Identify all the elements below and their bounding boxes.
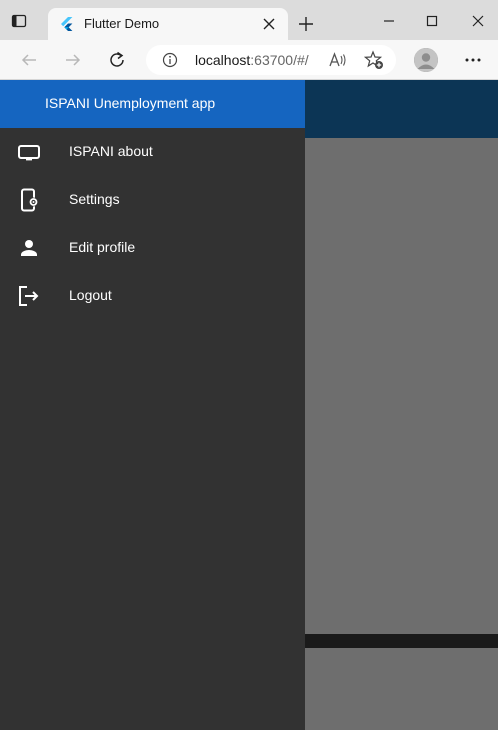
- logout-icon: [17, 284, 41, 308]
- address-bar[interactable]: localhost:63700/#/: [146, 45, 396, 75]
- tab-close-icon[interactable]: [260, 15, 278, 33]
- drawer-header-title: ISPANI Unemployment app: [45, 95, 216, 111]
- navigation-drawer: ISPANI Unemployment app ISPANI about Set…: [0, 80, 305, 730]
- phone-settings-icon: [17, 188, 41, 212]
- drawer-item-logout[interactable]: Logout: [0, 272, 305, 320]
- profile-avatar-icon[interactable]: [414, 48, 438, 72]
- drawer-item-label: Edit profile: [69, 239, 136, 255]
- new-tab-button[interactable]: [296, 14, 316, 34]
- monitor-icon: [17, 140, 41, 164]
- drawer-item-label: Logout: [69, 287, 112, 303]
- read-aloud-icon[interactable]: [329, 51, 347, 69]
- browser-navbar: localhost:63700/#/: [0, 40, 498, 80]
- drawer-item-settings[interactable]: Settings: [0, 176, 305, 224]
- star-add-icon[interactable]: [363, 50, 384, 70]
- url-text[interactable]: localhost:63700/#/: [195, 52, 309, 68]
- drawer-item-label: ISPANI about: [69, 143, 153, 159]
- arrow-right-icon: [66, 54, 81, 66]
- url-path: :63700/#/: [250, 52, 309, 68]
- window-close-icon[interactable]: [467, 10, 489, 32]
- drawer-item-label: Settings: [69, 191, 120, 207]
- tab-actions-icon[interactable]: [10, 12, 28, 30]
- flutter-logo-icon: [60, 17, 74, 31]
- drawer-item-edit-profile[interactable]: Edit profile: [0, 224, 305, 272]
- more-horizontal-icon[interactable]: [462, 49, 484, 71]
- tab-title: Flutter Demo: [84, 16, 160, 31]
- maximize-icon[interactable]: [421, 10, 443, 32]
- refresh-icon: [110, 51, 124, 67]
- person-icon: [17, 236, 41, 260]
- info-icon[interactable]: [162, 52, 178, 68]
- browser-titlebar: Flutter Demo: [0, 0, 498, 40]
- minimize-icon[interactable]: [378, 10, 400, 32]
- drawer-item-about[interactable]: ISPANI about: [0, 128, 305, 176]
- drawer-header: ISPANI Unemployment app: [0, 80, 305, 128]
- back-button[interactable]: [18, 49, 40, 71]
- browser-tab[interactable]: Flutter Demo: [48, 8, 288, 40]
- arrow-left-icon: [21, 54, 36, 66]
- app-viewport: ISPANI Unemployment app ISPANI about Set…: [0, 80, 498, 730]
- url-host: localhost: [195, 52, 251, 68]
- forward-button[interactable]: [62, 49, 84, 71]
- refresh-button[interactable]: [106, 49, 128, 71]
